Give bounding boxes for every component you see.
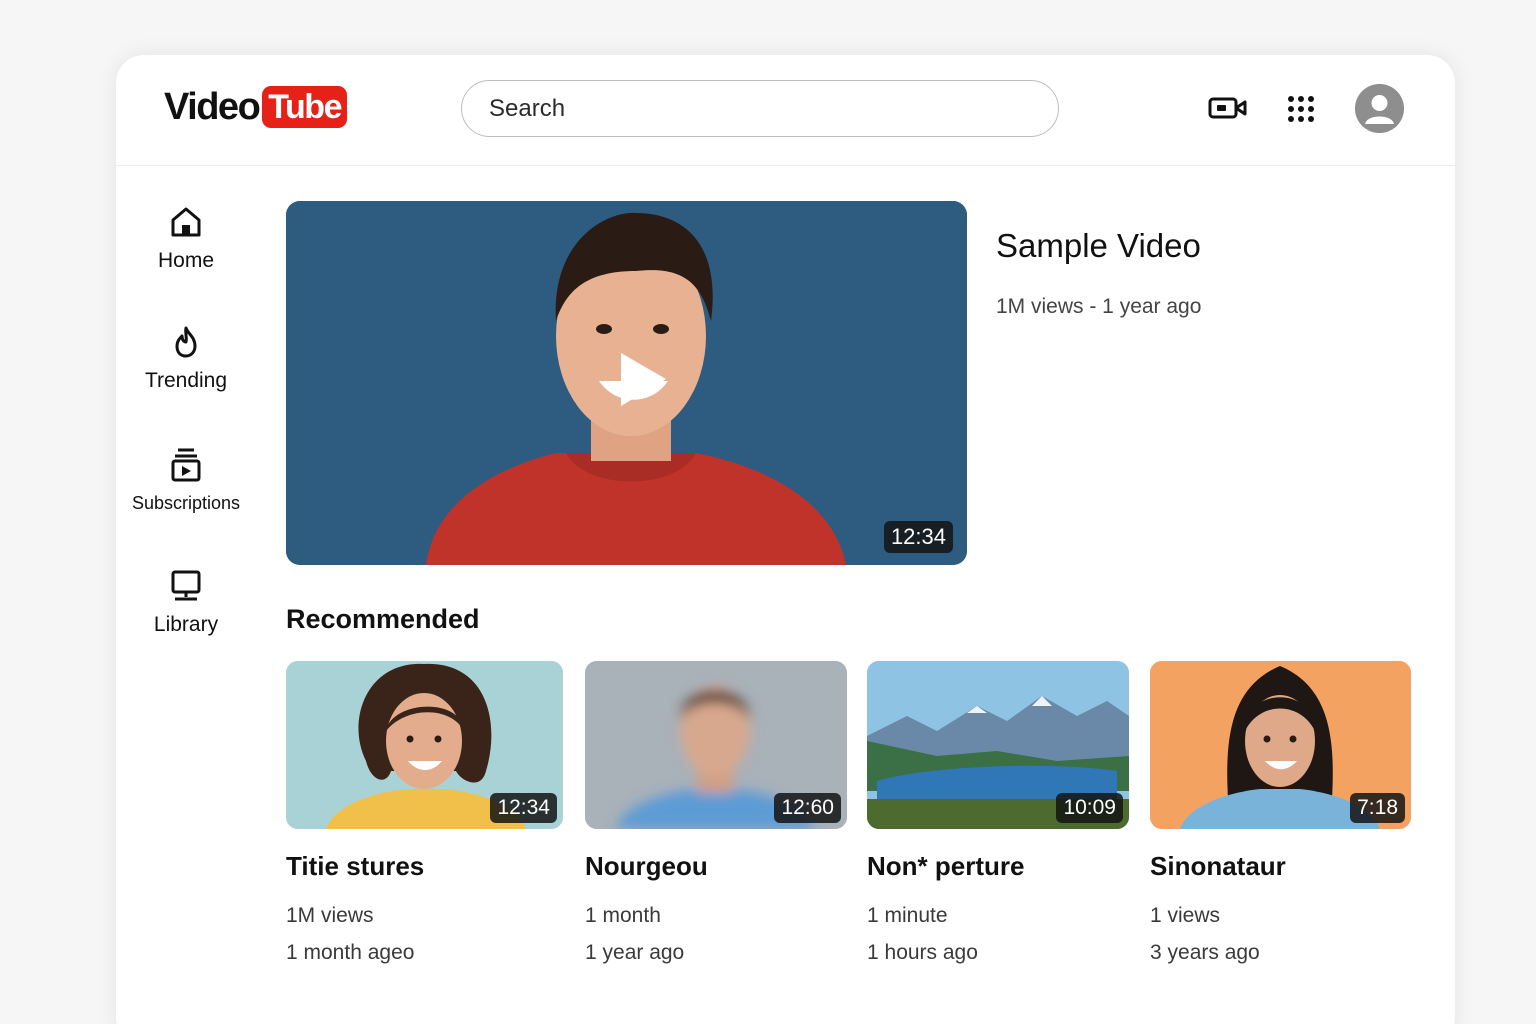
sidebar-item-label: Subscriptions bbox=[131, 493, 241, 513]
duration-badge: 12:60 bbox=[774, 793, 841, 823]
sidebar-item-subscriptions[interactable]: Subscriptions bbox=[116, 447, 266, 514]
video-meta-line2: 1 month ageo bbox=[286, 941, 415, 964]
flame-icon bbox=[175, 326, 197, 358]
search-bar[interactable] bbox=[461, 80, 1059, 137]
logo-text: Video bbox=[164, 85, 261, 128]
video-meta-line1: 1 views bbox=[1150, 904, 1221, 927]
featured-video-thumbnail[interactable]: 12:34 bbox=[286, 201, 967, 565]
top-header: Video Tube bbox=[116, 55, 1455, 166]
sidebar-item-library[interactable]: Library bbox=[116, 569, 266, 637]
video-card[interactable]: 12:34 Titie stures 1M views 1 month ageo bbox=[286, 661, 563, 971]
video-card[interactable]: 10:09 Non* perture 1 minute 1 hours ago bbox=[867, 661, 1129, 971]
sidebar-item-label: Trending bbox=[144, 369, 228, 392]
apps-button[interactable] bbox=[1287, 95, 1315, 123]
video-camera-icon bbox=[1208, 97, 1247, 119]
duration-badge: 12:34 bbox=[490, 793, 557, 823]
sidebar-item-trending[interactable]: Trending bbox=[116, 325, 266, 393]
video-title[interactable]: Sinonataur bbox=[1150, 851, 1411, 882]
app-window: Video Tube Search Home Trending Subscrip… bbox=[116, 55, 1455, 1024]
duration-badge: 12:34 bbox=[883, 521, 953, 553]
section-heading-recommended: Recommended bbox=[286, 604, 480, 634]
logo-badge: Tube bbox=[262, 86, 347, 128]
search-input[interactable] bbox=[489, 94, 1002, 123]
video-meta-line2: 1 hours ago bbox=[867, 941, 978, 964]
duration-badge: 7:18 bbox=[1350, 793, 1405, 823]
video-meta-line1: 1 minute bbox=[867, 904, 948, 927]
sidebar-item-label: Home bbox=[157, 249, 215, 272]
sidebar-item-home[interactable]: Home bbox=[116, 205, 266, 273]
video-meta-line2: 3 years ago bbox=[1150, 941, 1260, 964]
video-thumbnail[interactable]: 12:60 bbox=[585, 661, 847, 829]
video-title[interactable]: Titie stures bbox=[286, 851, 563, 882]
video-title[interactable]: Nourgeou bbox=[585, 851, 847, 882]
video-thumbnail[interactable]: 7:18 bbox=[1150, 661, 1411, 829]
library-icon bbox=[171, 570, 201, 601]
account-avatar-icon bbox=[1355, 84, 1404, 133]
account-avatar-button[interactable] bbox=[1355, 84, 1404, 133]
sidebar-item-label: Library bbox=[153, 613, 219, 636]
video-title[interactable]: Non* perture bbox=[867, 851, 1129, 882]
subscriptions-icon bbox=[171, 448, 201, 482]
person-illustration bbox=[286, 201, 967, 565]
video-meta-line2: 1 year ago bbox=[585, 941, 685, 964]
video-card[interactable]: 7:18 Sinonataur 1 views 3 years ago bbox=[1150, 661, 1411, 971]
home-icon bbox=[171, 207, 201, 237]
video-meta-line1: 1 month bbox=[585, 904, 661, 927]
featured-video-meta: 1M views - 1 year ago bbox=[996, 295, 1202, 318]
apps-grid-icon bbox=[1288, 96, 1314, 122]
video-meta-line1: 1M views bbox=[286, 904, 374, 927]
featured-video-title[interactable]: Sample Video bbox=[996, 227, 1201, 265]
video-thumbnail[interactable]: 10:09 bbox=[867, 661, 1129, 829]
video-thumbnail[interactable]: 12:34 bbox=[286, 661, 563, 829]
create-video-button[interactable] bbox=[1208, 93, 1248, 123]
duration-badge: 10:09 bbox=[1056, 793, 1123, 823]
video-card[interactable]: 12:60 Nourgeou 1 month 1 year ago bbox=[585, 661, 847, 971]
logo[interactable]: Video Tube bbox=[164, 85, 347, 129]
